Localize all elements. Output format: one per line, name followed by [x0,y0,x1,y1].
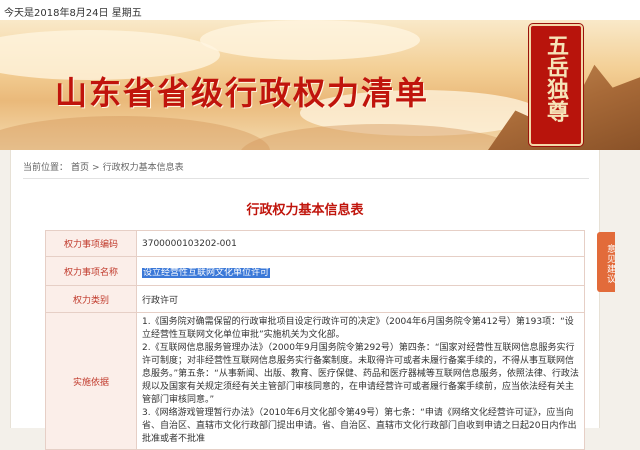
breadcrumb-home-link[interactable]: 首页 [71,163,89,173]
current-date: 今天是2018年8月24日 星期五 [4,8,142,19]
breadcrumb-prefix: 当前位置： [23,163,69,173]
row-label-basis: 实施依据 [45,312,137,450]
table-row: 权力类别 行政许可 [45,285,585,313]
table-row: 实施依据 1.《国务院对确需保留的行政审批项目设定行政许可的决定》（2004年6… [45,312,585,450]
table-row: 权力事项编码 3700000103202-001 [45,230,585,257]
breadcrumb: 当前位置： 首页 > 行政权力基本信息表 [23,160,583,174]
basis-paragraph: 2.《互联网信息服务管理办法》（2000年9月国务院令第292号）第四条：“国家… [142,343,579,405]
basis-paragraph: 3.《网络游戏管理暂行办法》（2010年6月文化部令第49号）第七条：“申请《网… [142,408,577,444]
row-value-name-cell: 设立经营性互联网文化单位许可 [136,256,585,286]
info-table: 权力事项编码 3700000103202-001 权力事项名称 设立经营性互联网… [45,230,585,450]
feedback-button[interactable]: 意见建议 [597,232,615,292]
breadcrumb-separator: > [92,163,100,173]
row-label-category: 权力类别 [45,285,137,313]
page-title: 行政权力基本信息表 [246,203,364,218]
site-title: 山东省省级行政权力清单 [55,74,430,112]
row-value-code: 3700000103202-001 [136,230,585,257]
basis-paragraph: 1.《国务院对确需保留的行政审批项目设定行政许可的决定》（2004年6月国务院令… [142,317,574,340]
content-panel: 当前位置： 首页 > 行政权力基本信息表 行政权力基本信息表 权力事项编码 37000… [10,150,600,450]
table-row: 权力事项名称 设立经营性互联网文化单位许可 [45,256,585,286]
row-value-category: 行政许可 [136,285,585,313]
breadcrumb-current: 行政权力基本信息表 [102,163,184,173]
row-value-basis: 1.《国务院对确需保留的行政审批项目设定行政许可的决定》（2004年6月国务院令… [136,312,585,450]
breadcrumb-divider [23,178,589,179]
banner: 山东省省级行政权力清单 五岳独尊 [0,20,640,150]
seal-logo: 五岳独尊 [529,24,583,146]
seal-text: 五岳独尊 [543,34,569,122]
row-value-name[interactable]: 设立经营性互联网文化单位许可 [142,267,271,278]
top-bar: 今天是2018年8月24日 星期五 [0,0,640,21]
row-label-name: 权力事项名称 [45,256,137,286]
row-label-code: 权力事项编码 [45,230,137,257]
